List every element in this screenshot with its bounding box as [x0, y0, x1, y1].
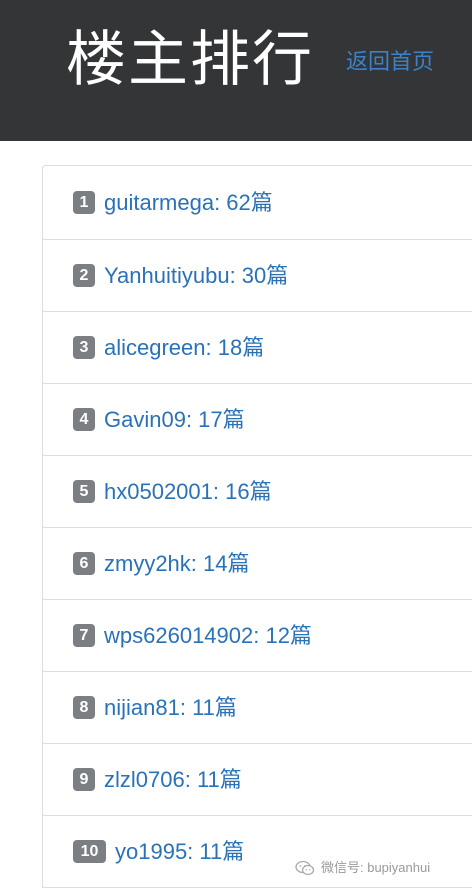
- rank-badge: 9: [73, 768, 95, 791]
- list-item: 7 wps626014902: 12篇: [43, 599, 472, 671]
- rank-badge: 2: [73, 264, 95, 287]
- user-link[interactable]: Yanhuitiyubu: 30篇: [104, 262, 288, 290]
- list-item: 8 nijian81: 11篇: [43, 671, 472, 743]
- ranking-list: 1 guitarmega: 62篇 2 Yanhuitiyubu: 30篇 3 …: [42, 165, 472, 888]
- user-link[interactable]: Gavin09: 17篇: [104, 406, 245, 434]
- rank-badge: 3: [73, 336, 95, 359]
- user-link[interactable]: wps626014902: 12篇: [104, 622, 312, 650]
- user-link[interactable]: guitarmega: 62篇: [104, 189, 273, 217]
- user-link[interactable]: zmyy2hk: 14篇: [104, 550, 250, 578]
- rank-badge: 8: [73, 696, 95, 719]
- user-link[interactable]: nijian81: 11篇: [104, 694, 237, 722]
- list-item: 2 Yanhuitiyubu: 30篇: [43, 239, 472, 311]
- user-link[interactable]: yo1995: 11篇: [115, 838, 244, 866]
- list-item: 5 hx0502001: 16篇: [43, 455, 472, 527]
- rank-badge: 6: [73, 552, 95, 575]
- rank-badge: 4: [73, 408, 95, 431]
- rank-badge: 5: [73, 480, 95, 503]
- page-title: 楼主排行: [66, 25, 314, 95]
- list-item: 9 zlzl0706: 11篇: [43, 743, 472, 815]
- user-link[interactable]: hx0502001: 16篇: [104, 478, 272, 506]
- list-item: 1 guitarmega: 62篇: [43, 166, 472, 239]
- wechat-icon: [295, 860, 315, 876]
- user-link[interactable]: alicegreen: 18篇: [104, 334, 264, 362]
- rank-badge: 7: [73, 624, 95, 647]
- watermark-text: 微信号: bupiyanhui: [321, 860, 431, 875]
- user-link[interactable]: zlzl0706: 11篇: [104, 766, 242, 794]
- rank-badge: 1: [73, 191, 95, 214]
- back-to-home-link[interactable]: 返回首页: [346, 49, 434, 77]
- list-item: 4 Gavin09: 17篇: [43, 383, 472, 455]
- wechat-watermark: 微信号: bupiyanhui: [295, 858, 430, 878]
- list-item: 6 zmyy2hk: 14篇: [43, 527, 472, 599]
- list-item: 3 alicegreen: 18篇: [43, 311, 472, 383]
- rank-badge: 10: [73, 840, 106, 863]
- page-header: 楼主排行 返回首页: [0, 0, 472, 141]
